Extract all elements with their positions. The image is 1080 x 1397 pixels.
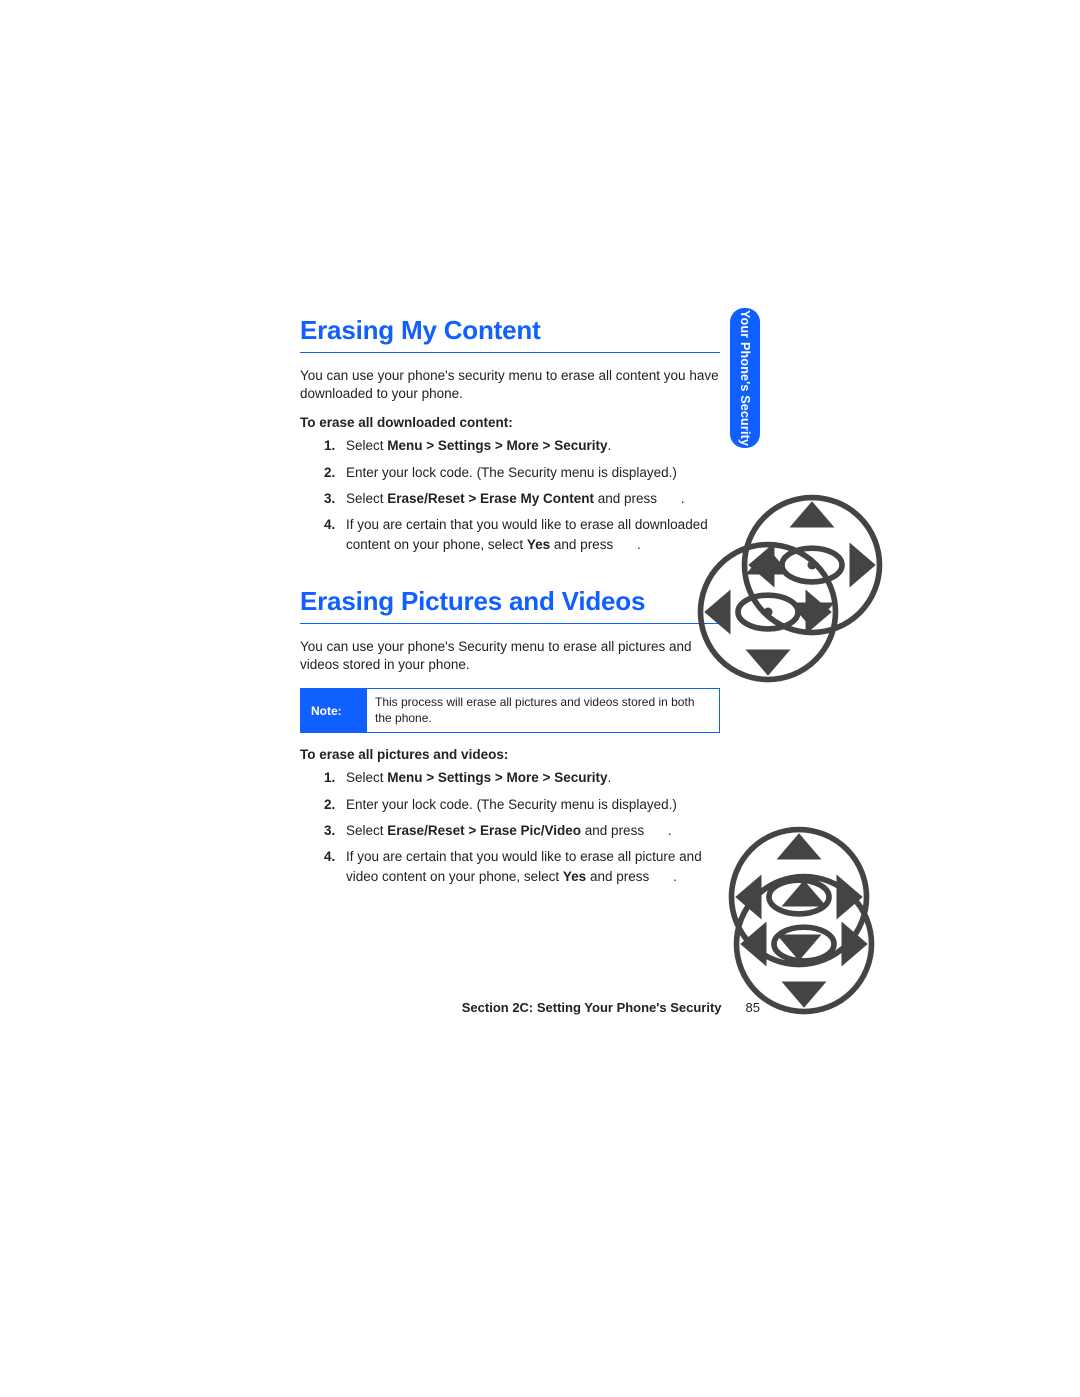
heading-erasing-my-content: Erasing My Content [300,315,720,353]
page-footer: Section 2C: Setting Your Phone's Securit… [0,1000,760,1015]
steps-list: 1. Select Menu > Settings > More > Secur… [324,768,720,887]
steps-list: 1. Select Menu > Settings > More > Secur… [324,436,720,555]
footer-title: Section 2C: Setting Your Phone's Securit… [462,1000,722,1015]
step-3: 3. Select Erase/Reset > Erase Pic/Video … [324,821,720,841]
lead-text: To erase all pictures and videos: [300,747,720,762]
side-tab: Your Phone's Security [730,308,760,448]
note-box: Note: This process will erase all pictur… [300,688,720,733]
side-tab-label: Your Phone's Security [738,310,752,446]
step-1: 1. Select Menu > Settings > More > Secur… [324,436,720,456]
step-4: 4. If you are certain that you would lik… [324,515,720,556]
page-content: Erasing My Content You can use your phon… [300,315,720,894]
note-label: Note: [301,689,367,732]
step-1: 1. Select Menu > Settings > More > Secur… [324,768,720,788]
step-3: 3. Select Erase/Reset > Erase My Content… [324,489,720,509]
step-4: 4. If you are certain that you would lik… [324,847,720,888]
note-text: This process will erase all pictures and… [367,689,719,732]
menu-ok-icon [654,869,672,887]
step-2: 2. Enter your lock code. (The Security m… [324,463,720,483]
intro-text: You can use your phone's security menu t… [300,367,720,403]
step-2: 2. Enter your lock code. (The Security m… [324,795,720,815]
lead-text: To erase all downloaded content: [300,415,720,430]
menu-ok-icon [649,822,667,840]
menu-ok-icon [662,490,680,508]
footer-page-number: 85 [746,1000,760,1015]
menu-ok-icon [618,537,636,555]
